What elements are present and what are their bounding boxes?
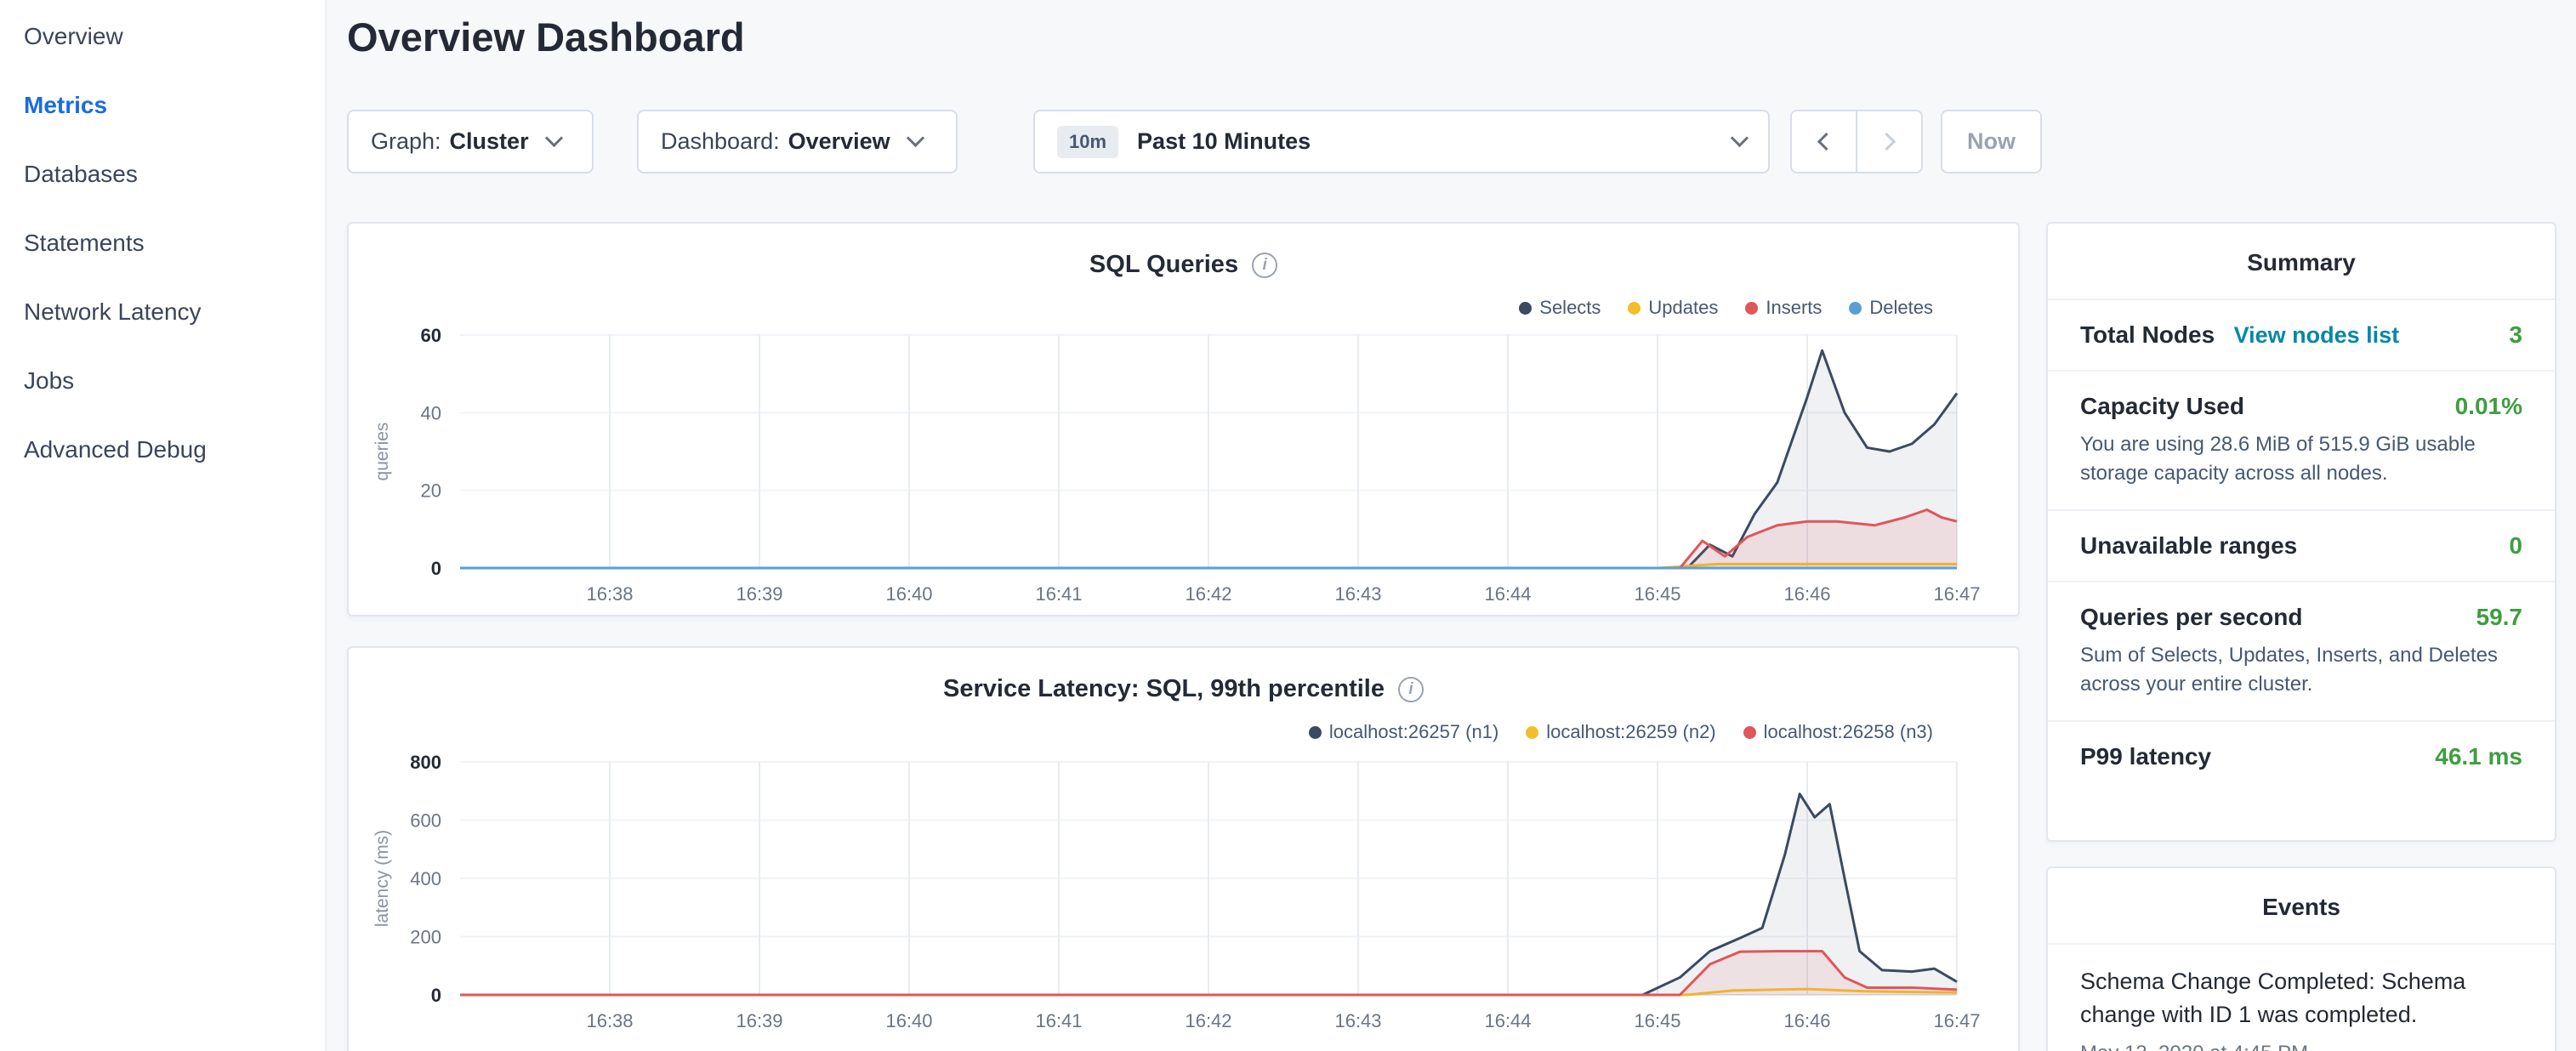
summary-row-value: 0 <box>2509 532 2522 560</box>
time-step-buttons <box>1790 110 1923 173</box>
sidebar-item-overview[interactable]: Overview <box>0 2 325 71</box>
chevron-down-icon <box>544 129 562 147</box>
svg-text:16:38: 16:38 <box>586 1010 633 1031</box>
summary-row-total-nodes: Total Nodes View nodes list 3 <box>2048 298 2555 370</box>
svg-text:800: 800 <box>410 752 441 773</box>
summary-row-label: Unavailable ranges <box>2080 532 2297 560</box>
svg-text:16:41: 16:41 <box>1035 1010 1082 1031</box>
summary-row-description: You are using 28.6 MiB of 515.9 GiB usab… <box>2080 430 2522 488</box>
graph-dropdown-label: Graph: <box>371 128 441 155</box>
svg-text:latency (ms): latency (ms) <box>372 830 392 927</box>
sidebar-item-network-latency[interactable]: Network Latency <box>0 277 325 346</box>
now-button[interactable]: Now <box>1941 110 2042 173</box>
svg-text:16:39: 16:39 <box>736 583 782 605</box>
svg-text:16:39: 16:39 <box>736 1010 782 1031</box>
svg-text:0: 0 <box>431 558 441 579</box>
svg-text:16:41: 16:41 <box>1035 583 1082 605</box>
view-nodes-list-link[interactable]: View nodes list <box>2234 322 2400 348</box>
svg-text:16:44: 16:44 <box>1484 1010 1531 1031</box>
chevron-down-icon <box>1731 129 1749 147</box>
time-range-selector[interactable]: 10m Past 10 Minutes <box>1033 110 1770 173</box>
svg-text:16:38: 16:38 <box>586 583 633 605</box>
summary-row-label: Total Nodes <box>2080 321 2215 348</box>
svg-text:40: 40 <box>421 402 441 423</box>
sidebar-item-jobs[interactable]: Jobs <box>0 346 325 415</box>
chart-plot[interactable]: 0 20 40 60 16:38 16:39 16:40 16:41 16:42 16:43 16:… <box>349 224 2022 618</box>
summary-row-queries-per-second: Queries per second 59.7 Sum of Selects, … <box>2048 581 2555 720</box>
svg-text:600: 600 <box>410 810 441 832</box>
svg-text:16:46: 16:46 <box>1783 1010 1830 1031</box>
sidebar-item-advanced-debug[interactable]: Advanced Debug <box>0 415 325 484</box>
sidebar-item-databases[interactable]: Databases <box>0 139 325 208</box>
svg-text:0: 0 <box>431 985 441 1006</box>
summary-row-p99-latency: P99 latency 46.1 ms <box>2048 720 2555 792</box>
svg-text:16:40: 16:40 <box>885 583 932 605</box>
time-prev-button[interactable] <box>1790 110 1857 173</box>
svg-text:400: 400 <box>410 868 441 889</box>
events-panel: Events Schema Change Completed: Schema c… <box>2046 866 2556 1051</box>
graph-dropdown-value: Cluster <box>450 128 529 155</box>
svg-text:16:45: 16:45 <box>1634 583 1680 605</box>
page-title: Overview Dashboard <box>347 14 745 60</box>
service-latency-chart-card: Service Latency: SQL, 99th percentile lo… <box>347 646 2020 1051</box>
svg-text:queries: queries <box>372 423 392 481</box>
svg-text:16:40: 16:40 <box>885 1010 932 1031</box>
summary-row-label: Queries per second <box>2080 604 2302 631</box>
dashboard-dropdown-label: Dashboard: <box>661 128 780 155</box>
svg-text:16:47: 16:47 <box>1933 583 1980 605</box>
sidebar: Overview Metrics Databases Statements Ne… <box>0 0 327 1051</box>
summary-row-value: 0.01% <box>2455 393 2522 420</box>
summary-row-value: 46.1 ms <box>2435 743 2522 770</box>
summary-panel: Summary Total Nodes View nodes list 3 Ca… <box>2046 222 2556 842</box>
chevron-right-icon <box>1878 133 1896 151</box>
dashboard-dropdown-value: Overview <box>788 128 890 155</box>
summary-row-capacity-used: Capacity Used 0.01% You are using 28.6 M… <box>2048 370 2555 509</box>
summary-row-label: P99 latency <box>2080 743 2211 770</box>
chevron-left-icon <box>1817 133 1835 151</box>
dashboard-dropdown[interactable]: Dashboard: Overview <box>637 110 958 173</box>
svg-text:16:42: 16:42 <box>1185 1010 1231 1031</box>
event-timestamp: May 13, 2020 at 4:45 PM <box>2080 1042 2522 1051</box>
summary-row-value: 59.7 <box>2476 604 2523 631</box>
summary-row-value: 3 <box>2509 321 2522 349</box>
events-title: Events <box>2048 868 2555 943</box>
svg-text:16:42: 16:42 <box>1185 583 1231 605</box>
graph-dropdown[interactable]: Graph: Cluster <box>347 110 594 173</box>
svg-text:16:47: 16:47 <box>1933 1010 1980 1031</box>
svg-text:20: 20 <box>421 480 441 502</box>
svg-text:16:46: 16:46 <box>1783 583 1830 605</box>
svg-text:16:43: 16:43 <box>1334 583 1381 605</box>
sidebar-item-statements[interactable]: Statements <box>0 208 325 277</box>
chevron-down-icon <box>907 129 924 147</box>
sidebar-item-metrics[interactable]: Metrics <box>0 71 325 139</box>
summary-row-description: Sum of Selects, Updates, Inserts, and De… <box>2080 641 2522 699</box>
chart-plot[interactable]: 0 200 400 600 800 16:38 16:39 16:40 16:41 16:42 16… <box>349 648 2022 1051</box>
sql-queries-chart-card: SQL Queries SelectsUpdatesInsertsDeletes… <box>347 222 2020 616</box>
time-range-badge: 10m <box>1057 126 1118 158</box>
summary-row-unavailable-ranges: Unavailable ranges 0 <box>2048 509 2555 581</box>
summary-row-label: Capacity Used <box>2080 393 2244 420</box>
svg-text:16:44: 16:44 <box>1484 583 1531 605</box>
event-item[interactable]: Schema Change Completed: Schema change w… <box>2048 943 2555 1051</box>
event-message: Schema Change Completed: Schema change w… <box>2080 965 2522 1031</box>
summary-title: Summary <box>2048 224 2555 298</box>
svg-text:200: 200 <box>410 927 441 948</box>
svg-text:60: 60 <box>421 325 441 346</box>
page: Overview Metrics Databases Statements Ne… <box>0 0 2576 1051</box>
svg-text:16:45: 16:45 <box>1634 1010 1680 1031</box>
svg-text:16:43: 16:43 <box>1334 1010 1381 1031</box>
time-range-value: Past 10 Minutes <box>1137 128 1311 155</box>
time-next-button[interactable] <box>1856 110 1923 173</box>
toolbar: Graph: Cluster Dashboard: Overview 10m P… <box>347 110 2042 173</box>
